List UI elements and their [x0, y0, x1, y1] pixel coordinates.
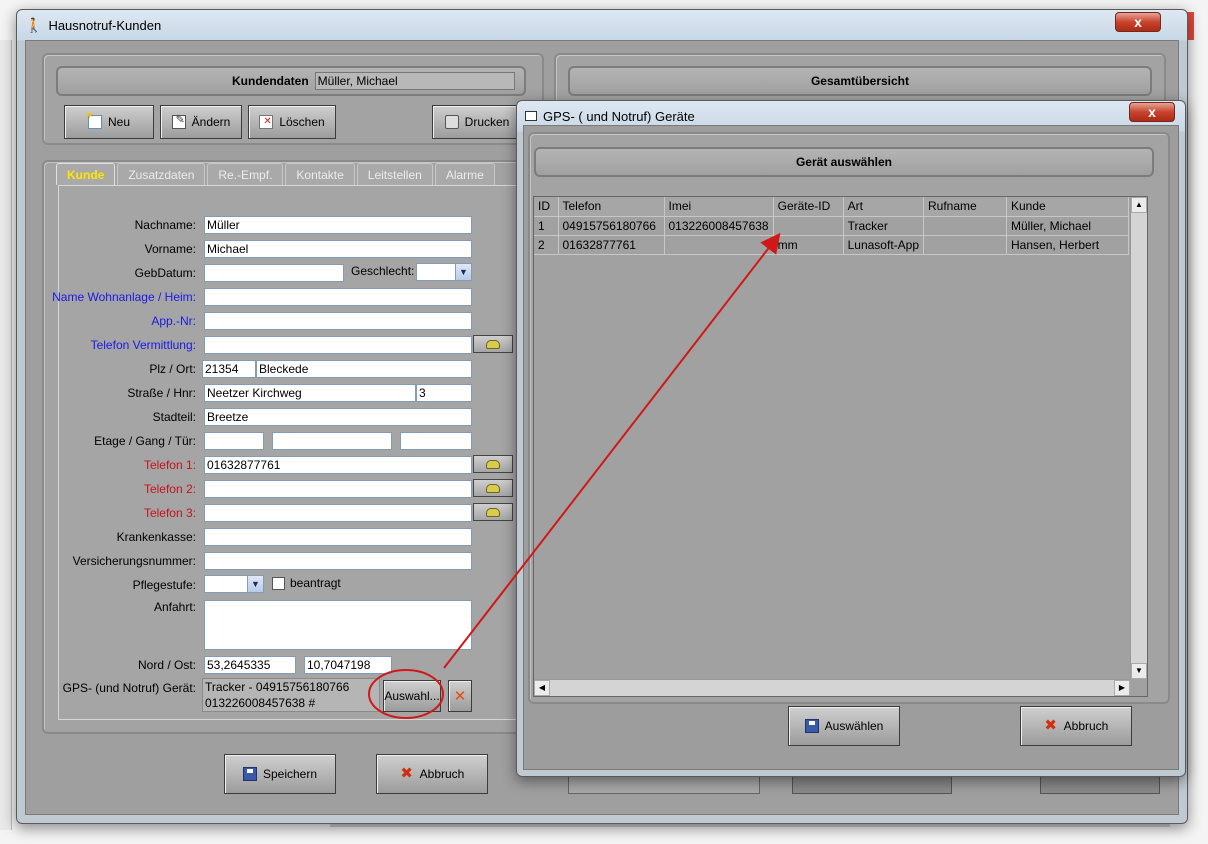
- annotation-arrow: [443, 232, 781, 669]
- annotation-overlay: [368, 232, 781, 719]
- annotation-circle: [368, 669, 444, 719]
